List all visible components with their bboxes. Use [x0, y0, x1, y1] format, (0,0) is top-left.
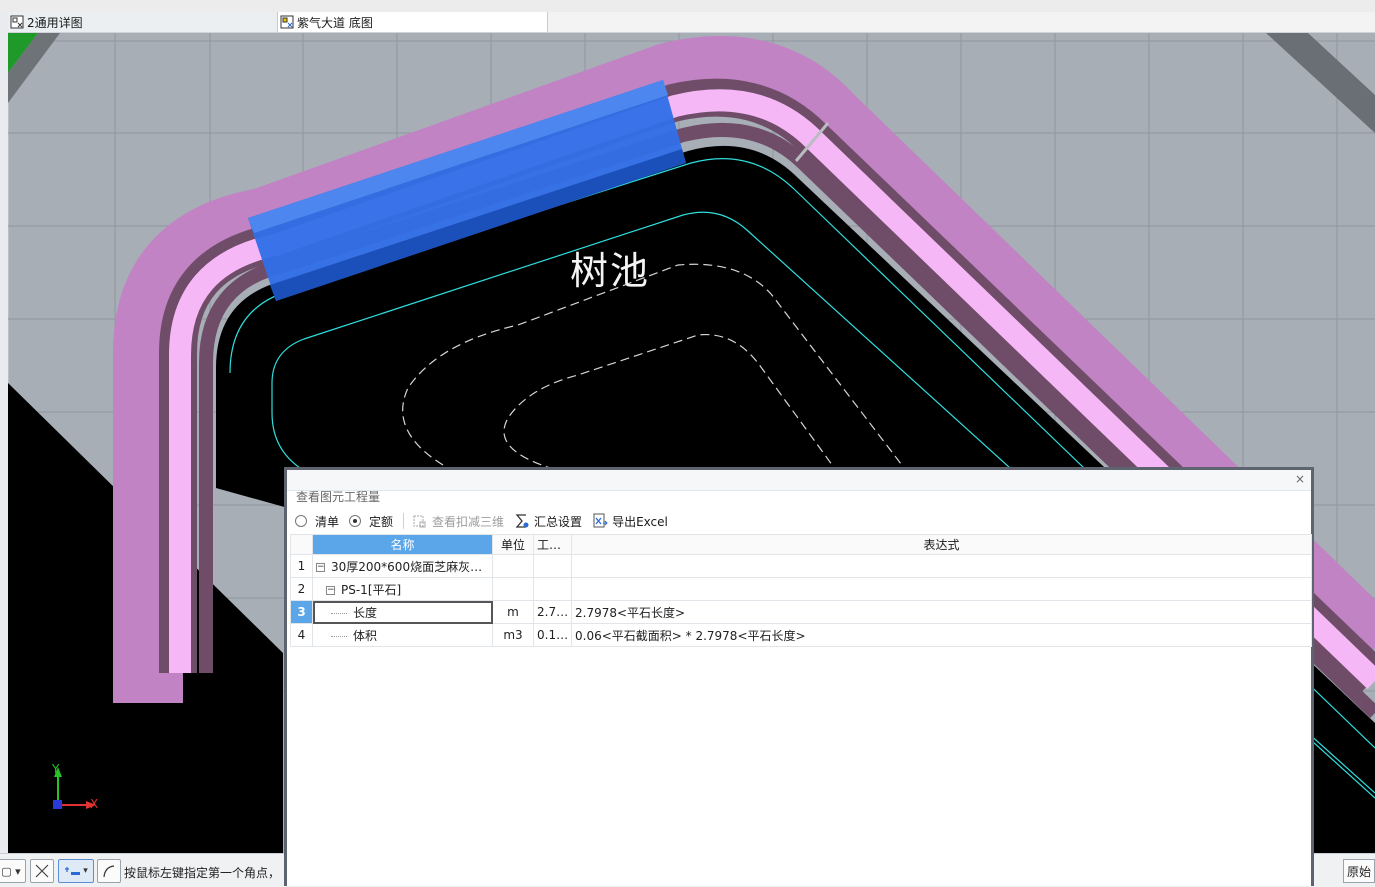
- summary-settings-button[interactable]: 汇总设置: [514, 513, 582, 530]
- dialog-title: 查看图元工程量: [296, 490, 381, 504]
- table-row-selected[interactable]: 3 长度 m 2.798 2.7978<平石长度>: [290, 600, 1312, 624]
- cube-3d-icon: [413, 515, 426, 528]
- unit-cell[interactable]: [492, 554, 534, 578]
- name-cell[interactable]: −30厚200*600烧面芝麻灰花...: [312, 554, 493, 578]
- drawing-sheet-icon: [280, 15, 294, 29]
- collapse-icon[interactable]: −: [316, 562, 325, 572]
- qty-cell[interactable]: [533, 577, 572, 601]
- row-number-header: [290, 534, 313, 555]
- expr-cell[interactable]: [571, 577, 1312, 601]
- cross-select-button[interactable]: [30, 859, 54, 883]
- drawing-sheet-icon: [10, 15, 24, 29]
- name-cell[interactable]: − PS-1[平石]: [312, 577, 493, 601]
- name-text: 长度: [353, 605, 378, 620]
- name-cell[interactable]: 体积: [312, 623, 493, 647]
- view-deduction-3d-button[interactable]: 查看扣减三维: [412, 513, 504, 530]
- status-prompt: 按鼠标左键指定第一个角点，: [124, 866, 281, 880]
- radio-quota-label: 定额: [369, 514, 394, 529]
- radio-icon: [295, 515, 307, 527]
- qty-cell[interactable]: 2.798: [533, 600, 572, 624]
- dialog-titlebar[interactable]: ×: [287, 470, 1311, 491]
- table-row[interactable]: 1 −30厚200*600烧面芝麻灰花...: [290, 554, 1312, 578]
- radio-selected-icon: [349, 515, 362, 527]
- collapse-icon[interactable]: −: [326, 585, 335, 595]
- radio-quota[interactable]: 定额: [349, 513, 393, 530]
- qty-cell[interactable]: 0.168: [533, 623, 572, 647]
- arc-draw-button[interactable]: [97, 859, 121, 883]
- tab-general-details[interactable]: 2通用详图: [8, 12, 278, 32]
- qty-cell[interactable]: [533, 554, 572, 578]
- name-text: PS-1[平石]: [341, 582, 402, 597]
- table-row[interactable]: 4 体积 m3 0.168 0.06<平石截面积> * 2.7978<平石长度>: [290, 623, 1312, 647]
- select-mode-dropdown[interactable]: ▢ ▾: [0, 859, 26, 883]
- view-3d-label: 查看扣减三维: [432, 514, 505, 529]
- export-excel-button[interactable]: 导出Excel: [592, 513, 668, 530]
- name-text: 30厚200*600烧面芝麻灰花...: [331, 559, 493, 574]
- expr-cell[interactable]: [571, 554, 1312, 578]
- radio-list[interactable]: 清单: [295, 513, 339, 530]
- table-header-row: 名称 单位 工程量 表达式: [290, 534, 1312, 555]
- top-strip: [0, 0, 1375, 12]
- toolbar-divider: [403, 513, 405, 529]
- unit-cell[interactable]: m3: [492, 623, 534, 647]
- excel-export-icon: [593, 513, 608, 528]
- expr-cell[interactable]: 0.06<平石截面积> * 2.7978<平石长度>: [571, 623, 1312, 647]
- add-line-icon: [65, 867, 81, 875]
- column-header-unit[interactable]: 单位: [492, 534, 534, 555]
- tab-label: 紫气大道 底图: [297, 15, 373, 30]
- axis-y-label: Y: [52, 762, 60, 776]
- unit-cell[interactable]: [492, 577, 534, 601]
- export-excel-label: 导出Excel: [612, 514, 668, 529]
- tab-ziqi-avenue-base[interactable]: 紫气大道 底图: [278, 12, 548, 32]
- unit-cell[interactable]: m: [492, 600, 534, 624]
- row-number: 2: [290, 577, 313, 601]
- name-text: 体积: [353, 628, 378, 643]
- row-number: 4: [290, 623, 313, 647]
- tab-label: 2通用详图: [27, 15, 83, 30]
- table-row[interactable]: 2 − PS-1[平石]: [290, 577, 1312, 601]
- summary-settings-label: 汇总设置: [534, 514, 583, 529]
- element-quantity-dialog: × 查看图元工程量 清单 定额 查看扣减三维 汇总设置 导出Excel 名称 单…: [284, 467, 1314, 886]
- row-number: 3: [290, 600, 313, 624]
- column-header-qty[interactable]: 工程量: [533, 534, 572, 555]
- close-icon[interactable]: ×: [1295, 472, 1305, 486]
- original-button[interactable]: 原始: [1343, 859, 1375, 883]
- tree-pit-label: 树池: [570, 249, 651, 293]
- insert-mode-dropdown[interactable]: ▾: [58, 859, 94, 883]
- radio-list-label: 清单: [315, 514, 340, 529]
- row-number: 1: [290, 554, 313, 578]
- tree-connector: [331, 612, 347, 614]
- quantity-table: 名称 单位 工程量 表达式 1 −30厚200*600烧面芝麻灰花... 2 −…: [290, 534, 1312, 647]
- column-header-name[interactable]: 名称: [312, 534, 493, 555]
- tree-connector: [331, 635, 347, 637]
- arc-icon: [103, 865, 115, 878]
- cross-icon: [35, 864, 49, 878]
- sigma-icon: [515, 514, 529, 528]
- name-cell[interactable]: 长度: [312, 600, 493, 624]
- column-header-expr[interactable]: 表达式: [571, 534, 1312, 555]
- expr-cell[interactable]: 2.7978<平石长度>: [571, 600, 1312, 624]
- drawing-tab-bar: 2通用详图 紫气大道 底图: [8, 12, 1375, 33]
- axis-x-label: X: [90, 797, 99, 811]
- dialog-toolbar: 清单 定额 查看扣减三维 汇总设置 导出Excel: [295, 510, 678, 532]
